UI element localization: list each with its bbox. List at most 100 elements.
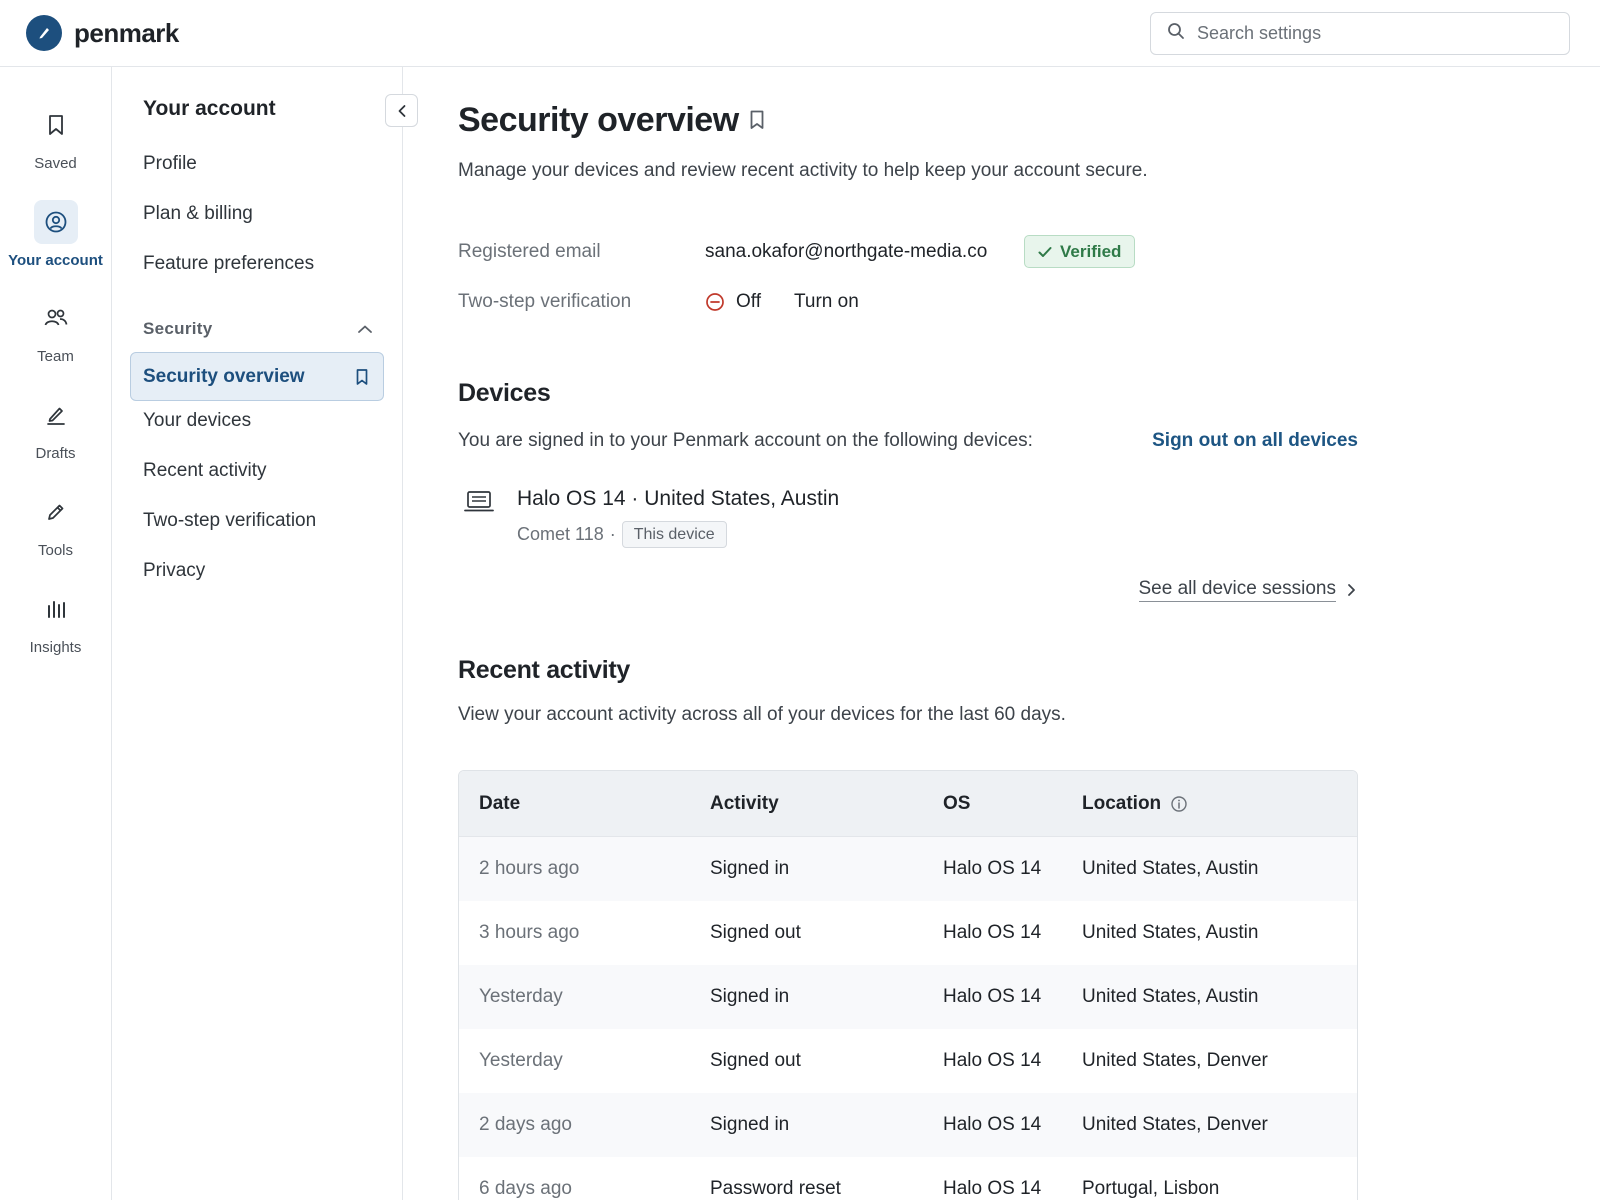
registered-email-value: sana.okafor@northgate-media.co (705, 241, 988, 262)
column-header-activity: Activity (710, 792, 779, 814)
cell-os: Halo OS 14 (943, 922, 1042, 943)
cell-location: United States, Denver (1082, 1114, 1268, 1135)
icon-rail: Saved Your account Team Drafts Tools Ins… (0, 67, 112, 1200)
nav-item-label: Security overview (143, 365, 305, 387)
rail-item-tools[interactable]: Tools (0, 490, 111, 559)
rail-item-saved[interactable]: Saved (0, 103, 111, 172)
app-logo[interactable]: penmark (26, 15, 179, 51)
cell-date: Yesterday (479, 986, 563, 1007)
penmark-logo-icon (26, 15, 62, 51)
device-item: Halo OS 14 · United States, Austin Comet… (463, 487, 839, 548)
top-bar: penmark (0, 0, 1600, 67)
device-name: Halo OS 14 · United States, Austin (517, 487, 840, 510)
table-row: 3 hours ago Signed out Halo OS 14 United… (459, 901, 1357, 965)
rail-label: Insights (29, 639, 82, 656)
user-circle-icon (33, 200, 78, 244)
cell-date: 6 days ago (479, 1178, 572, 1199)
chevron-left-icon (398, 104, 405, 117)
nav-item-privacy[interactable]: Privacy (143, 560, 205, 582)
chevron-right-icon (1348, 584, 1355, 596)
verified-label: Verified (1060, 241, 1122, 261)
rail-item-team[interactable]: Team (0, 296, 111, 365)
activity-table: Date Activity OS Location 2 hours ago Si… (458, 770, 1358, 1200)
rail-item-drafts[interactable]: Drafts (0, 393, 111, 462)
rail-label: Saved (34, 155, 77, 172)
bookmark-page-icon[interactable] (748, 109, 766, 136)
column-header-os: OS (943, 792, 971, 814)
column-header-location: Location (1082, 793, 1357, 815)
table-row: Yesterday Signed out Halo OS 14 United S… (459, 1029, 1357, 1093)
recent-activity-heading: Recent activity (458, 656, 630, 684)
cell-activity: Password reset (710, 1178, 841, 1199)
rail-label: Tools (37, 542, 74, 559)
turn-on-two-step-button[interactable]: Turn on (794, 291, 859, 313)
search-input[interactable] (1197, 23, 1547, 44)
pencil-icon (34, 490, 78, 534)
page-description: Manage your devices and review recent ac… (458, 160, 1148, 181)
cell-date: 3 hours ago (479, 922, 580, 943)
cell-activity: Signed out (710, 922, 801, 943)
rail-item-your-account[interactable]: Your account (0, 200, 111, 269)
bookmark-icon (34, 103, 78, 147)
sign-out-all-devices-link[interactable]: Sign out on all devices (1152, 430, 1358, 452)
pen-line-icon (34, 393, 78, 437)
table-row: Yesterday Signed in Halo OS 14 United St… (459, 965, 1357, 1029)
device-browser: Comet 118 (517, 524, 604, 544)
nav-item-plan-billing[interactable]: Plan & billing (143, 203, 253, 225)
nav-group-security[interactable]: Security (143, 319, 373, 339)
verified-badge: Verified (1024, 235, 1136, 268)
rail-label: Your account (8, 252, 103, 269)
section-nav-title: Your account (143, 97, 276, 120)
info-icon[interactable] (1170, 795, 1188, 813)
page-title: Security overview (458, 101, 739, 139)
check-icon (1038, 246, 1052, 257)
see-all-label: See all device sessions (1138, 578, 1336, 602)
nav-group-label: Security (143, 319, 213, 338)
cell-location: United States, Denver (1082, 1050, 1268, 1071)
minus-circle-icon (706, 293, 724, 311)
cell-location: Portugal, Lisbon (1082, 1178, 1220, 1199)
rail-label: Team (37, 348, 74, 365)
device-separator: · (609, 524, 616, 544)
two-step-status-text: Off (736, 291, 761, 312)
column-header-location-label: Location (1082, 792, 1162, 814)
nav-item-feature-preferences[interactable]: Feature preferences (143, 253, 314, 275)
nav-item-profile[interactable]: Profile (143, 153, 197, 175)
cell-os: Halo OS 14 (943, 1050, 1042, 1071)
cell-location: United States, Austin (1082, 858, 1259, 879)
this-device-badge: This device (621, 521, 727, 548)
cell-os: Halo OS 14 (943, 1114, 1042, 1135)
cell-location: United States, Austin (1082, 986, 1259, 1007)
table-row: 6 days ago Password reset Halo OS 14 Por… (459, 1157, 1357, 1200)
cell-os: Halo OS 14 (943, 858, 1042, 879)
devices-intro: You are signed in to your Penmark accoun… (458, 430, 1033, 451)
recent-activity-intro: View your account activity across all of… (458, 704, 1066, 725)
two-step-label: Two-step verification (458, 291, 632, 312)
cell-activity: Signed in (710, 986, 790, 1007)
team-icon (34, 296, 78, 340)
rail-item-insights[interactable]: Insights (0, 587, 111, 656)
cell-activity: Signed in (710, 1114, 790, 1135)
nav-item-your-devices[interactable]: Your devices (143, 410, 251, 432)
nav-item-recent-activity[interactable]: Recent activity (143, 460, 267, 482)
bookmark-icon[interactable] (355, 368, 369, 386)
rail-label: Drafts (35, 445, 76, 462)
cell-date: 2 days ago (479, 1114, 572, 1135)
chevron-up-icon (358, 325, 372, 333)
nav-item-two-step-verification[interactable]: Two-step verification (143, 510, 316, 532)
cell-date: Yesterday (479, 1050, 563, 1071)
table-body: 2 hours ago Signed in Halo OS 14 United … (459, 837, 1357, 1200)
two-step-status: Off Turn on (705, 291, 859, 313)
table-row: 2 days ago Signed in Halo OS 14 United S… (459, 1093, 1357, 1157)
cell-location: United States, Austin (1082, 922, 1259, 943)
table-row: 2 hours ago Signed in Halo OS 14 United … (459, 837, 1357, 901)
search-icon (1167, 22, 1185, 45)
bar-chart-icon (34, 587, 78, 631)
nav-item-security-overview[interactable]: Security overview (130, 352, 384, 401)
cell-os: Halo OS 14 (943, 986, 1042, 1007)
see-all-device-sessions-link[interactable]: See all device sessions (1138, 578, 1359, 602)
search-box[interactable] (1150, 12, 1570, 55)
collapse-nav-button[interactable] (385, 94, 418, 127)
app-name: penmark (74, 17, 179, 48)
column-header-date: Date (479, 792, 521, 814)
